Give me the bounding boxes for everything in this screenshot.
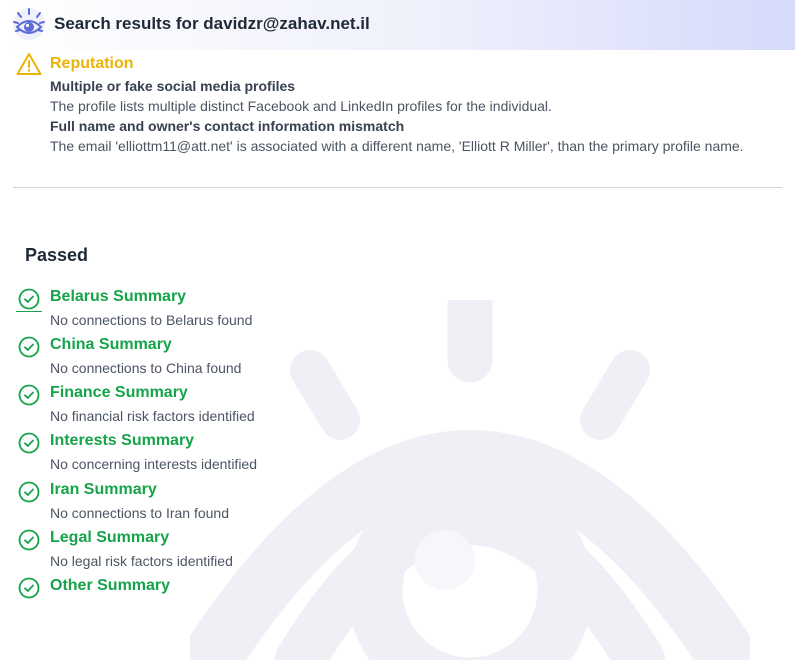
passed-item-description: No concerning interests identified (50, 456, 258, 472)
finding-title: Multiple or fake social media profiles (50, 78, 296, 94)
check-circle-icon (18, 432, 40, 454)
check-circle-icon (18, 384, 40, 406)
passed-item-belarus: Belarus Summary No connections to Belaru… (0, 288, 795, 336)
passed-item-title: China Summary (50, 336, 172, 353)
passed-item-iran: Iran Summary No connections to Iran foun… (0, 481, 795, 529)
finding-title: Full name and owner's contact informatio… (50, 118, 405, 134)
passed-item-title: Iran Summary (50, 481, 157, 498)
passed-item-description: No connections to Iran found (50, 505, 230, 521)
check-circle-icon (18, 577, 40, 599)
passed-item-legal: Legal Summary No legal risk factors iden… (0, 529, 795, 577)
passed-item-title: Belarus Summary (50, 288, 187, 305)
passed-item-title: Other Summary (50, 577, 171, 594)
passed-item-title: Legal Summary (50, 529, 170, 546)
passed-item-china: China Summary No connections to China fo… (0, 336, 795, 384)
passed-item-description: No financial risk factors identified (50, 408, 255, 424)
warning-triangle-icon (16, 53, 42, 75)
check-circle-icon (18, 481, 40, 503)
passed-item-title: Finance Summary (50, 384, 188, 401)
warning-category-title: Reputation (50, 55, 134, 72)
passed-item-title: Interests Summary (50, 432, 195, 449)
passed-item-description: No legal risk factors identified (50, 553, 233, 569)
passed-item-description: No connections to Belarus found (50, 312, 253, 328)
passed-item-description: No connections to China found (50, 360, 242, 376)
passed-section-title: Passed (25, 245, 89, 265)
finding-description: The email 'elliottm11@att.net' is associ… (50, 138, 744, 154)
passed-item-interests: Interests Summary No concerning interest… (0, 432, 795, 480)
section-divider (13, 187, 782, 188)
passed-item-other: Other Summary (0, 577, 795, 600)
finding-description: The profile lists multiple distinct Face… (50, 98, 552, 114)
check-circle-icon (18, 336, 40, 358)
check-circle-icon (18, 529, 40, 551)
focus-underline (16, 311, 42, 312)
passed-item-finance: Finance Summary No financial risk factor… (0, 384, 795, 432)
check-circle-icon (18, 288, 40, 310)
